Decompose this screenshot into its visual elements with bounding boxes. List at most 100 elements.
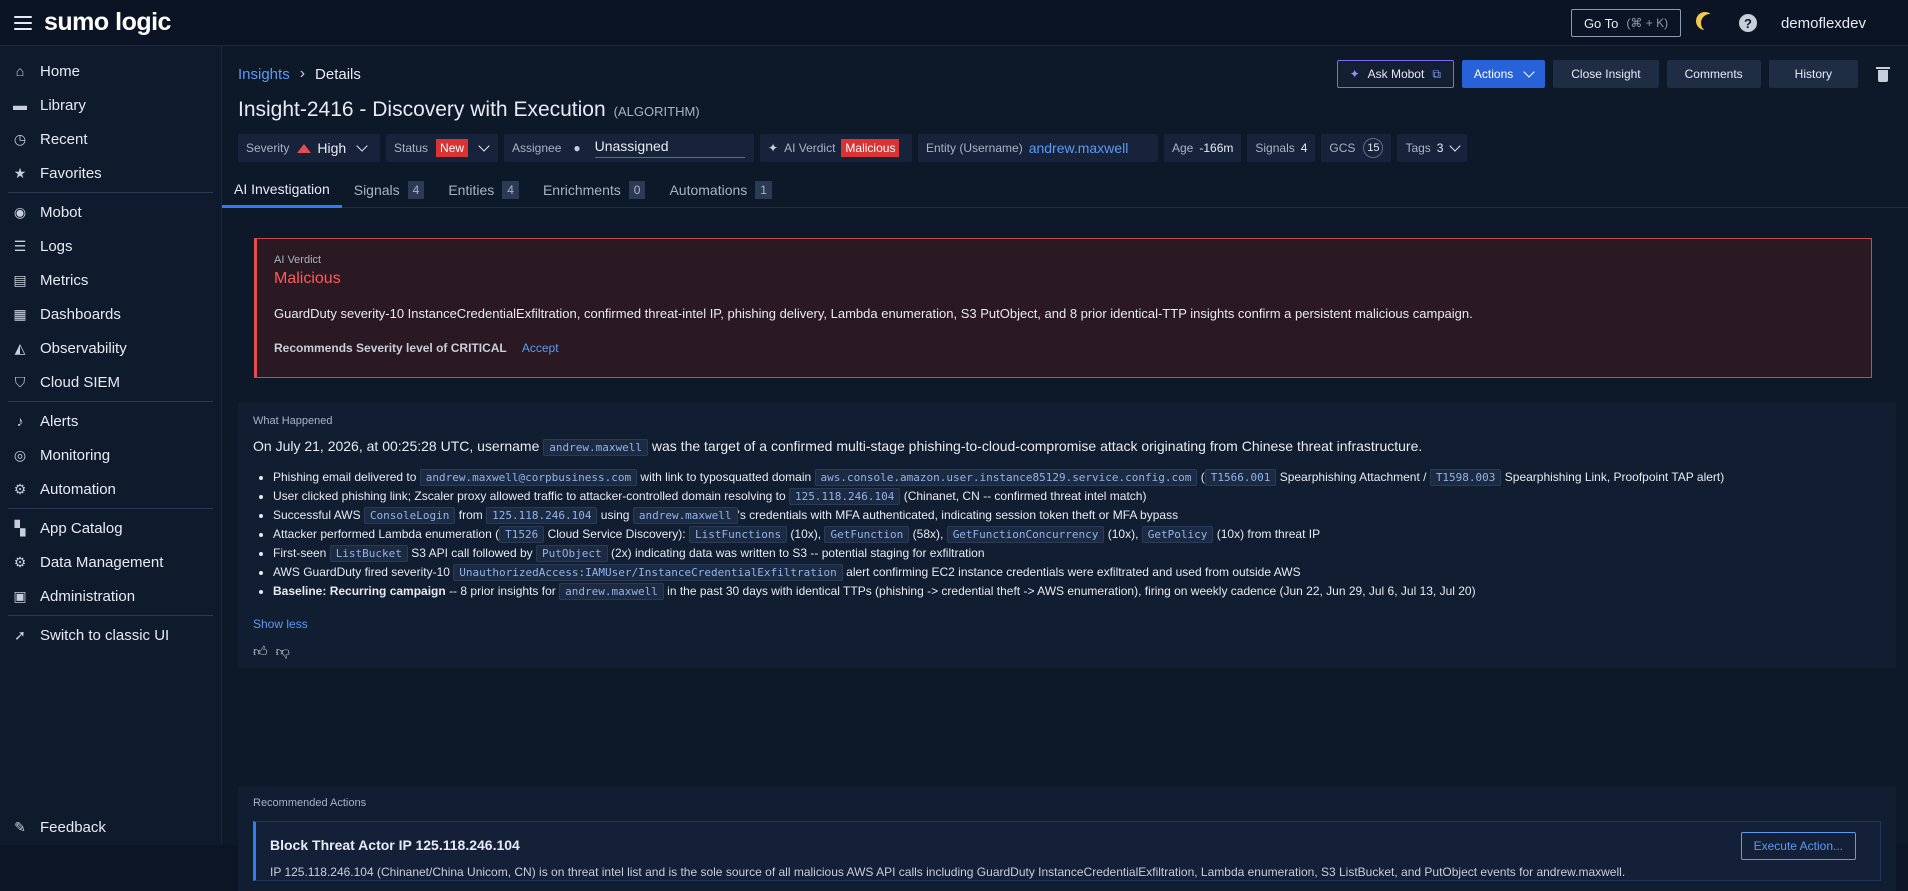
code-token: ListBucket: [329, 545, 408, 562]
comments-button[interactable]: Comments: [1666, 60, 1761, 88]
accept-link[interactable]: Accept: [522, 341, 559, 355]
sidebar-item-label: Favorites: [40, 164, 102, 182]
item-text: S3 API call followed by: [411, 546, 533, 560]
actions-button[interactable]: Actions: [1461, 60, 1546, 88]
chevron-right-icon: ›: [299, 65, 306, 82]
item-bold-text: Baseline: Recurring campaign: [273, 584, 446, 598]
ai-verdict-label: AI Verdict: [784, 141, 836, 155]
tab-count: 0: [628, 181, 646, 199]
sidebar-item-dashboards[interactable]: ▦ Dashboards: [0, 297, 221, 331]
entity-pill: Entity (Username) andrew.maxwell: [918, 134, 1158, 162]
insight-title: Insight-2416 - Discovery with Execution: [238, 98, 606, 121]
divider: [8, 401, 213, 402]
sidebar-item-logs[interactable]: ☰ Logs: [0, 229, 221, 263]
summary-text: On July 21, 2026, at 00:25:28 UTC, usern…: [253, 438, 540, 454]
actions-label: Actions: [1473, 67, 1514, 81]
breadcrumb-insights-link[interactable]: Insights: [238, 66, 290, 83]
tab-enrichments[interactable]: Enrichments 0: [531, 172, 658, 208]
code-token: ConsoleLogin: [363, 507, 456, 524]
status-select[interactable]: Status New: [386, 134, 498, 162]
thumbs-up-icon[interactable]: 👍︎: [253, 643, 268, 660]
top-right: Go To (⌘ + K) ? demoflexdev: [1570, 0, 1908, 46]
metrics-icon: ▤: [13, 271, 27, 288]
severity-select[interactable]: Severity High: [238, 134, 380, 162]
assignee-select[interactable]: Assignee ● Unassigned: [504, 134, 754, 162]
sidebar: ⌂ Home ▬ Library ◷ Recent ★ Favorites ◉ Mobot…: [0, 46, 222, 845]
insight-meta-bar: Severity High Status New Assignee ● Unas…: [238, 134, 1468, 162]
chevron-down-icon: [356, 140, 368, 152]
feedback-icon: ✎: [14, 818, 26, 835]
item-text: AWS GuardDuty fired severity-10: [273, 565, 450, 579]
sidebar-item-automation[interactable]: ⚙ Automation: [0, 472, 221, 506]
trash-icon[interactable]: [1876, 66, 1890, 82]
sidebar-item-label: Home: [40, 62, 81, 80]
tab-signals[interactable]: Signals 4: [342, 172, 437, 208]
show-less-link[interactable]: Show less: [253, 617, 1881, 631]
sidebar-item-label: Switch to classic UI: [40, 626, 170, 644]
history-button[interactable]: History: [1768, 60, 1858, 88]
verdict-card-value: Malicious: [274, 270, 341, 287]
feedback-button[interactable]: ✎ Feedback: [0, 809, 222, 845]
gcs-label: GCS: [1329, 141, 1356, 155]
tab-count: 1: [755, 181, 772, 199]
tab-label: Signals: [353, 182, 400, 198]
insight-algorithm: (ALGORITHM): [613, 104, 700, 119]
help-icon[interactable]: ?: [1738, 14, 1757, 32]
what-happened-section: What Happened On July 21, 2026, at 00:25…: [238, 402, 1896, 668]
list-item: User clicked phishing link; Zscaler prox…: [273, 488, 1881, 505]
verdict-badge: Malicious: [841, 139, 900, 157]
goto-button[interactable]: Go To (⌘ + K): [1570, 9, 1681, 37]
sidebar-item-administration[interactable]: ▣ Administration: [0, 579, 221, 613]
sidebar-item-favorites[interactable]: ★ Favorites: [0, 156, 221, 190]
item-text: Cloud Service Discovery):: [547, 527, 686, 541]
open-external-icon: ⧉: [1432, 66, 1441, 81]
tab-entities[interactable]: Entities 4: [436, 172, 531, 208]
breadcrumb: Insights › Details: [238, 65, 361, 83]
sidebar-item-label: Monitoring: [40, 446, 111, 464]
user-menu[interactable]: demoflexdev: [1781, 15, 1866, 32]
sidebar-item-observability[interactable]: ◭ Observability: [0, 331, 221, 365]
moon-icon[interactable]: [1701, 14, 1719, 32]
feedback-label: Feedback: [40, 818, 106, 836]
thumbs-down-icon[interactable]: 👎︎: [276, 643, 290, 660]
sidebar-item-label: Dashboards: [40, 305, 121, 323]
menu-icon[interactable]: [14, 15, 32, 30]
tags-select[interactable]: Tags 3: [1397, 134, 1468, 162]
tab-automations[interactable]: Automations 1: [657, 172, 784, 208]
sidebar-item-mobot[interactable]: ◉ Mobot: [0, 195, 221, 229]
code-token: aws.console.amazon.user.instance85129.se…: [814, 469, 1198, 486]
item-text: (Chinanet, CN -- confirmed threat intel …: [903, 489, 1147, 503]
main-content: Insights › Details Insight-2416 - Discov…: [222, 46, 1908, 891]
execute-action-button[interactable]: Execute Action...: [1740, 832, 1856, 860]
sidebar-item-monitoring[interactable]: ◎ Monitoring: [0, 438, 221, 472]
action-description: IP 125.118.246.104 (Chinanet/China Unico…: [270, 865, 1626, 879]
sidebar-item-switch-classic[interactable]: ➚ Switch to classic UI: [0, 618, 221, 652]
age-pill: Age -166m: [1164, 134, 1242, 162]
code-token: T1526: [499, 526, 545, 543]
sidebar-item-home[interactable]: ⌂ Home: [0, 54, 221, 88]
section-label: Recommended Actions: [253, 797, 367, 809]
assignee-label: Assignee: [512, 141, 562, 155]
entity-link[interactable]: andrew.maxwell: [1029, 140, 1129, 156]
sidebar-item-data-management[interactable]: ⚙ Data Management: [0, 545, 221, 579]
tab-label: Enrichments: [542, 182, 621, 198]
gear-icon: ⚙: [13, 553, 27, 570]
list-item: Baseline: Recurring campaign -- 8 prior …: [273, 583, 1881, 600]
close-insight-button[interactable]: Close Insight: [1553, 60, 1659, 88]
item-text: (2x) indicating data was written to S3 -…: [610, 546, 985, 560]
sidebar-item-recent[interactable]: ◷ Recent: [0, 122, 221, 156]
sidebar-item-metrics[interactable]: ▤ Metrics: [0, 263, 221, 297]
sidebar-item-alerts[interactable]: ♪ Alerts: [0, 404, 221, 438]
sidebar-item-library[interactable]: ▬ Library: [0, 88, 221, 122]
signals-label: Signals: [1255, 141, 1295, 155]
sidebar-item-cloud-siem[interactable]: ⛉ Cloud SIEM: [0, 365, 221, 399]
tab-ai-investigation[interactable]: AI Investigation: [222, 172, 342, 208]
goto-label: Go To: [1583, 15, 1619, 31]
user-icon: ●: [573, 141, 581, 155]
divider: [8, 192, 213, 193]
ask-mobot-button[interactable]: ✦ Ask Mobot ⧉: [1336, 60, 1454, 88]
sidebar-item-app-catalog[interactable]: ▚ App Catalog: [0, 511, 221, 545]
sidebar-item-label: Logs: [40, 237, 73, 255]
top-bar: sumo logic Go To (⌘ + K) ? demoflexdev: [0, 0, 1908, 46]
code-token: 125.118.246.104: [789, 488, 901, 505]
